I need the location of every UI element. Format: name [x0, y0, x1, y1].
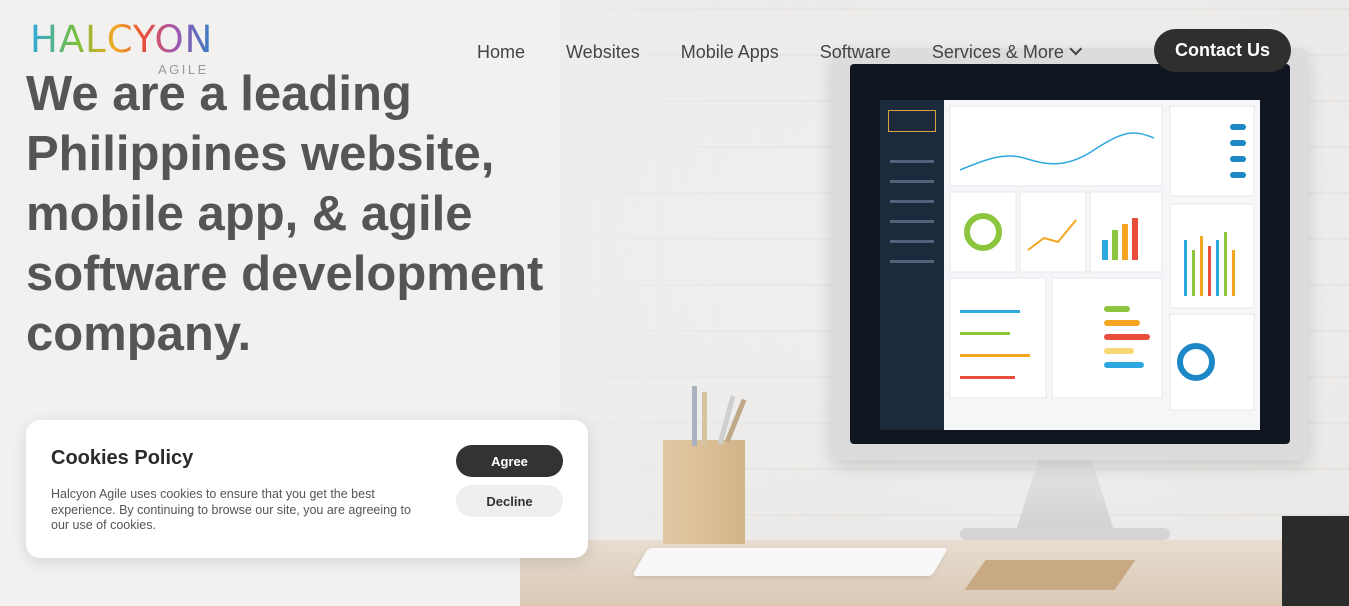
dashboard-menu-line: [890, 220, 934, 223]
chevron-down-icon: [1069, 42, 1083, 56]
dashboard-graphics: [949, 105, 1255, 411]
pencil-cup: [663, 440, 745, 544]
cookie-title: Cookies Policy: [51, 447, 194, 469]
dashboard-menu-line: [890, 240, 934, 243]
main-nav: Home Websites Mobile Apps Software Servi…: [477, 42, 1122, 63]
hero-headline: We are a leading Philippines website, mo…: [26, 67, 544, 361]
nav-services-more-label: Services & More: [931, 42, 1064, 62]
monitor-base: [960, 528, 1170, 540]
nav-home[interactable]: Home: [477, 42, 525, 63]
monitor-image: [832, 48, 1308, 460]
cookie-text: Halcyon Agile uses cookies to ensure tha…: [51, 487, 411, 532]
dashboard-menu-line: [890, 200, 934, 203]
pencil: [692, 386, 697, 446]
logo-wordmark: HALCYON: [30, 18, 220, 62]
monitor-screen: [850, 64, 1290, 444]
agree-button[interactable]: Agree: [456, 445, 563, 477]
keyboard: [631, 548, 949, 576]
desk-tray: [1282, 516, 1349, 606]
dashboard-illustration: [880, 100, 1260, 430]
nav-mobile-apps[interactable]: Mobile Apps: [681, 42, 779, 63]
pencil: [702, 392, 707, 446]
dashboard-sidebar: [880, 100, 944, 430]
nav-software[interactable]: Software: [820, 42, 891, 63]
contact-us-button[interactable]: Contact Us: [1154, 29, 1291, 72]
cookie-policy-card: Cookies Policy Halcyon Agile uses cookie…: [26, 420, 588, 558]
decline-button[interactable]: Decline: [456, 485, 563, 517]
notebook: [964, 560, 1136, 590]
nav-services-more[interactable]: Services & More: [931, 42, 1083, 63]
dashboard-menu-line: [890, 180, 934, 183]
dashboard-menu-line: [890, 260, 934, 263]
dashboard-logo: [888, 110, 936, 132]
dashboard-menu-line: [890, 160, 934, 163]
dashboard-main: [944, 100, 1260, 430]
nav-websites[interactable]: Websites: [566, 42, 640, 63]
